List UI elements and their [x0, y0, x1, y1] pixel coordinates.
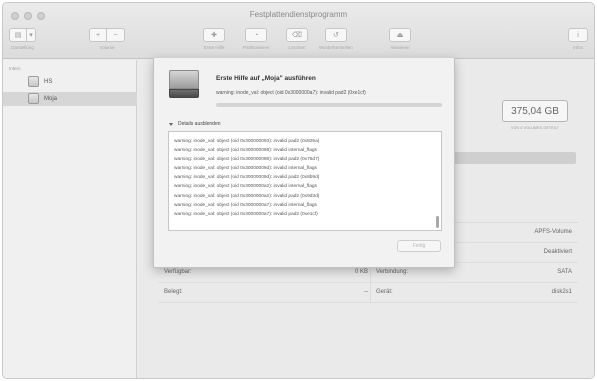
hard-drive-icon	[169, 70, 199, 98]
volume-label: Volume	[99, 45, 115, 50]
log-line: warning: inode_val: object (oid 0x300000…	[174, 148, 317, 154]
log-line: warning: inode_val: object (oid 0x300000…	[174, 157, 320, 163]
info-value: 0 KB	[354, 269, 368, 275]
log-line: warning: inode_val: object (oid 0x300000…	[174, 166, 317, 172]
sidebar-item-label: Moja	[44, 96, 58, 102]
log-line: warning: inode_val: object (oid 0x300000…	[174, 202, 317, 208]
mount-label: Aktivieren	[390, 45, 410, 50]
toolbar: Festplattendienstprogramm ▤ ▾ Darstellun…	[3, 3, 594, 59]
progress-bar	[216, 103, 442, 107]
log-line: warning: inode_val: object (oid 0x300000…	[174, 193, 320, 199]
info-row: Belegt: -- Gerät: disk2s1	[158, 283, 578, 303]
sidebar-item-hs[interactable]: HS	[3, 75, 137, 89]
info-value: APFS-Volume	[534, 229, 572, 235]
disclosure-triangle-icon	[169, 122, 173, 126]
scrollbar-thumb[interactable]	[436, 216, 439, 228]
window-title: Festplattendienstprogramm	[249, 10, 348, 19]
capacity-box: 375,04 GB	[502, 100, 568, 122]
erase-label: Löschen	[288, 45, 306, 50]
remove-volume-button[interactable]: −	[107, 28, 125, 42]
status-text: warning: inode_val: object (oid 0x300000…	[216, 90, 366, 96]
disk-icon	[28, 76, 39, 87]
info-label: Infos	[573, 45, 583, 50]
restore-icon: ↺	[324, 28, 347, 42]
stethoscope-icon: ✚	[203, 28, 225, 42]
add-volume-button[interactable]: +	[89, 28, 107, 42]
log-line: warning: inode_val: object (oid 0x300000…	[174, 139, 320, 144]
mount-icon: ⏏	[389, 28, 411, 42]
log-line: warning: inode_val: object (oid 0x300000…	[174, 175, 320, 181]
log-line: warning: inode_val: object (oid 0x300000…	[174, 211, 318, 217]
info-label: Belegt:	[164, 289, 183, 295]
restore-label: Wiederherstellen	[319, 45, 353, 50]
sidebar: Intern HS Moja	[3, 60, 137, 378]
info-value: disk2s1	[551, 289, 572, 295]
info-label: Verfügbar:	[164, 269, 192, 275]
info-label: Verbindung:	[376, 269, 409, 275]
mount-button[interactable]: ⏏ Aktivieren	[389, 28, 411, 50]
log-line: warning: inode_val: object (oid 0x300000…	[174, 184, 317, 190]
chevron-down-icon[interactable]: ▾	[27, 28, 36, 42]
sidebar-item-label: HS	[44, 79, 53, 85]
partition-icon: ◔	[245, 28, 268, 42]
capacity-subtitle: VON 4 VOLUMES GETEILT	[510, 126, 560, 130]
partition-button[interactable]: ◔ Partitionieren	[243, 28, 270, 50]
info-icon: i	[568, 28, 588, 42]
sheet-title: Erste Hilfe auf „Moja" ausführen	[216, 75, 316, 82]
sidebar-header: Intern	[9, 66, 21, 71]
sidebar-icon[interactable]: ▤	[9, 28, 27, 42]
info-value: Deaktiviert	[543, 249, 572, 255]
details-label: Details ausblenden	[178, 121, 221, 127]
volume-control[interactable]: + − Volume	[89, 28, 125, 50]
restore-button[interactable]: ↺ Wiederherstellen	[319, 28, 353, 50]
info-label: Gerät:	[376, 289, 393, 295]
erase-icon: ⌫	[286, 28, 308, 42]
first-aid-button[interactable]: ✚ Erste Hilfe	[203, 28, 225, 50]
info-value: --	[364, 289, 368, 295]
log-view[interactable]: warning: inode_val: object (oid 0x300000…	[168, 131, 442, 231]
partition-label: Partitionieren	[243, 45, 270, 50]
details-toggle[interactable]: Details ausblenden	[169, 121, 221, 127]
sidebar-item-moja[interactable]: Moja	[3, 92, 137, 106]
first-aid-label: Erste Hilfe	[203, 45, 225, 50]
view-control[interactable]: ▤ ▾ Darstellung	[9, 28, 36, 50]
disk-icon	[28, 93, 39, 104]
info-button[interactable]: i Infos	[568, 28, 588, 50]
first-aid-sheet: Erste Hilfe auf „Moja" ausführen warning…	[153, 58, 455, 268]
done-button[interactable]: Fertig	[397, 240, 441, 252]
column-divider	[370, 283, 371, 303]
view-label: Darstellung	[11, 45, 34, 50]
info-value: SATA	[557, 269, 572, 275]
erase-button[interactable]: ⌫ Löschen	[286, 28, 308, 50]
